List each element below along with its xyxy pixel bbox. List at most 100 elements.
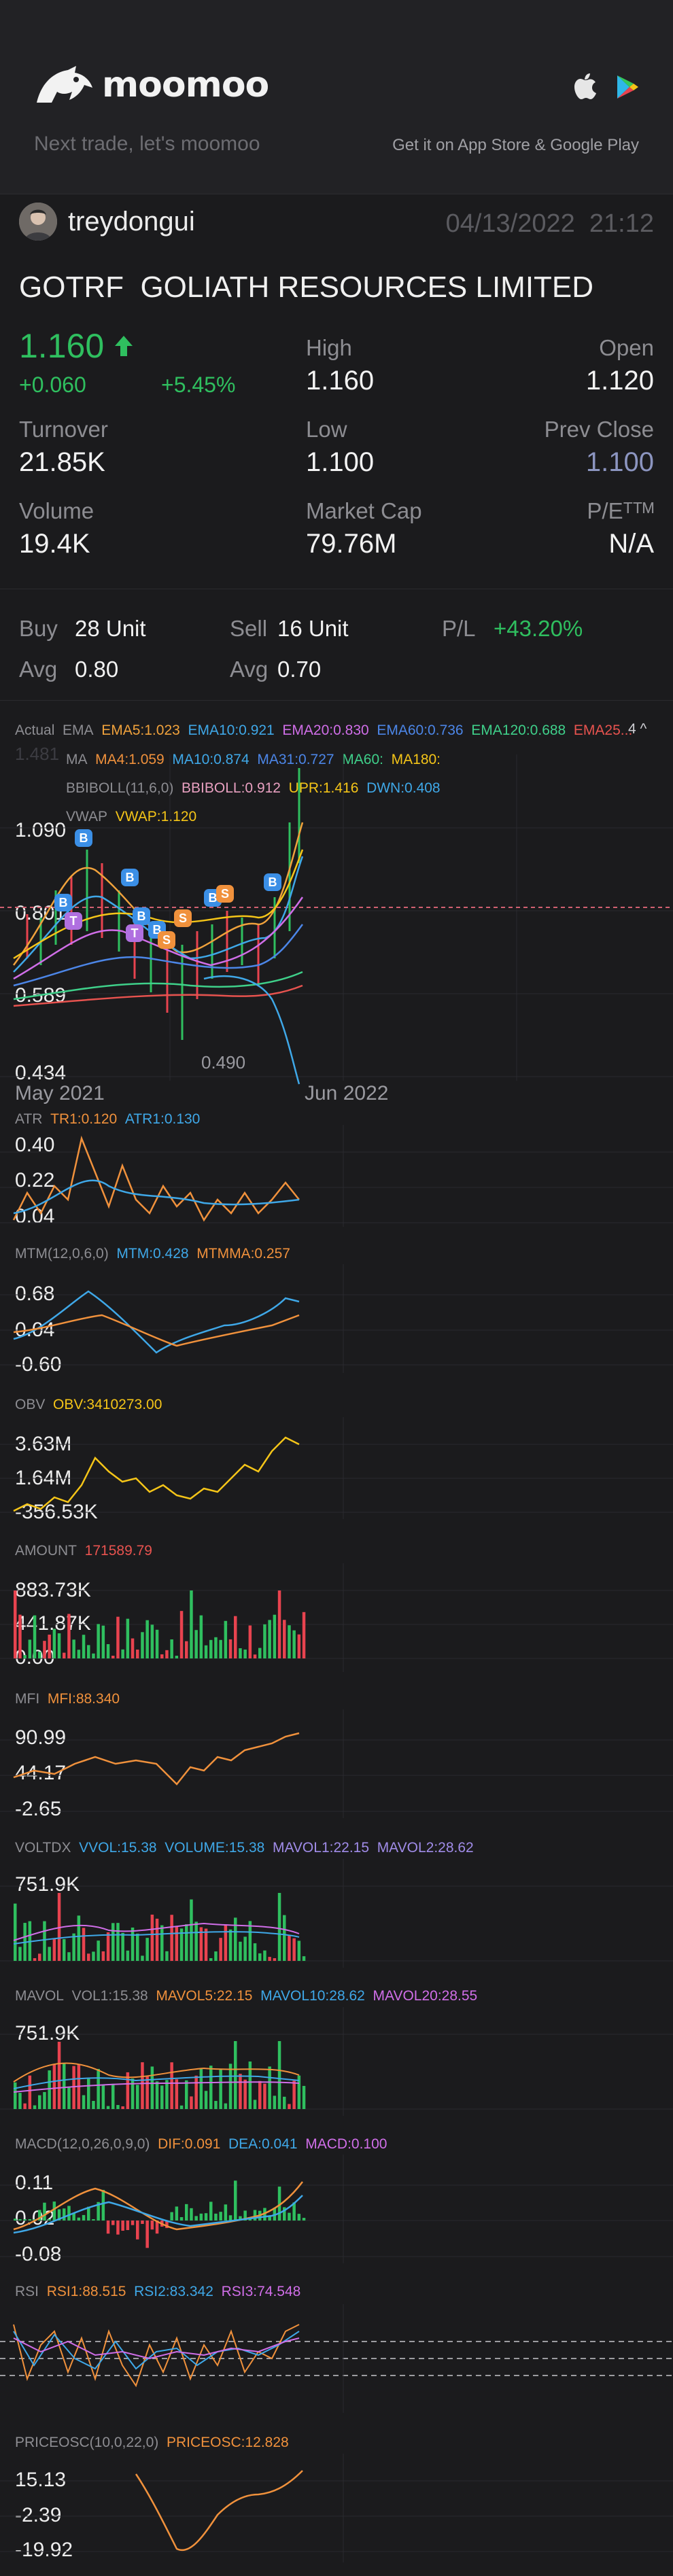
buy-marker[interactable]: B	[121, 869, 139, 886]
volume-bar	[33, 1615, 37, 1658]
volume-bar	[160, 2085, 164, 2109]
amount-legend[interactable]: AMOUNT 171589.79	[15, 1543, 152, 1559]
volume-bar	[214, 2101, 218, 2109]
moomoo-logo[interactable]: moomoo	[34, 65, 269, 105]
google-play-icon[interactable]	[616, 74, 639, 100]
priceosc-legend[interactable]: PRICEOSC(10,0,22,0) PRICEOSC:12.828	[15, 2435, 289, 2451]
avatar[interactable]	[19, 203, 57, 241]
mavol-bar-chart[interactable]	[0, 2007, 673, 2116]
volume-bar	[136, 1933, 139, 1961]
high-label: High	[306, 335, 352, 360]
volume-bar	[141, 1955, 144, 1961]
volume-bar	[106, 1932, 110, 1961]
volume-bar	[273, 1614, 277, 1658]
volume-bar	[52, 1938, 56, 1961]
mavol-legend[interactable]: MAVOL VOL1:15.38 MAVOL5:22.15 MAVOL10:28…	[15, 1988, 477, 2004]
volume-bar	[52, 2064, 56, 2109]
volume-bar	[190, 1590, 193, 1658]
store-download-text[interactable]: Get it on App Store & Google Play	[392, 136, 639, 155]
buy-marker[interactable]: B	[54, 894, 72, 911]
volume-bar	[38, 1953, 41, 1961]
volume-bar	[165, 1951, 169, 1961]
volume-bar	[258, 1953, 262, 1961]
obv-legend[interactable]: OBV OBV:3410273.00	[15, 1397, 162, 1413]
buy-marker[interactable]: B	[133, 907, 150, 925]
macd-legend[interactable]: MACD(12,0,26,0,9,0) DIF:0.091 DEA:0.041 …	[15, 2136, 387, 2153]
trade-marker[interactable]: T	[65, 912, 82, 930]
volume-bar	[209, 2201, 213, 2221]
volume-bar	[209, 1958, 213, 1961]
volume-bar	[190, 2208, 193, 2221]
rsi-legend[interactable]: RSI RSI1:88.515 RSI2:83.342 RSI3:74.548	[15, 2284, 300, 2300]
mfi-legend[interactable]: MFI MFI:88.340	[15, 1691, 120, 1707]
voltdx-legend[interactable]: VOLTDX VVOL:15.38 VOLUME:15.38 MAVOL1:22…	[15, 1840, 474, 1856]
buy-marker[interactable]: B	[264, 873, 281, 891]
apple-icon[interactable]	[574, 73, 597, 101]
volume-bar	[82, 1928, 86, 1961]
priceosc-chart[interactable]	[0, 2454, 673, 2562]
volume-bar	[97, 1940, 100, 1961]
volume-bar	[72, 2066, 75, 2109]
atr-chart[interactable]	[0, 1125, 673, 1227]
volume-bar	[297, 2214, 301, 2221]
volume-bar	[209, 2066, 213, 2109]
volume-bar	[28, 2219, 32, 2221]
mtm-legend[interactable]: MTM(12,0,6,0) MTM:0.428 MTMMA:0.257	[15, 1246, 290, 1262]
volume-bar	[67, 1614, 71, 1658]
volume-bar	[87, 1645, 90, 1658]
trade-marker[interactable]: T	[126, 924, 143, 942]
volume-bar	[101, 2189, 105, 2221]
volume-bar	[185, 1641, 188, 1658]
sell-marker[interactable]: S	[216, 885, 234, 903]
volume-bar	[170, 1639, 173, 1658]
macd-chart[interactable]	[0, 2155, 673, 2263]
volume-bar	[224, 1620, 228, 1658]
ticker-symbol: GOTRF	[19, 271, 124, 304]
volume-bar	[18, 2219, 22, 2221]
turnover-value: 21.85K	[19, 447, 105, 477]
username[interactable]: treydongui	[68, 207, 195, 237]
obv-chart[interactable]	[0, 1417, 673, 1519]
svg-text:B: B	[269, 875, 277, 889]
mfi-chart[interactable]	[0, 1709, 673, 1818]
volume-bar	[199, 1615, 203, 1658]
volume-bar	[150, 2066, 154, 2109]
brand-name: moomoo	[102, 65, 269, 105]
volume-bar	[33, 1958, 37, 1961]
volume-bar	[131, 1927, 135, 1961]
buy-units: 28 Unit	[75, 616, 146, 641]
sell-marker[interactable]: S	[158, 931, 175, 949]
volume-bar	[87, 2078, 90, 2109]
amount-bar-chart[interactable]	[0, 1563, 673, 1672]
volume-bar	[283, 1620, 286, 1658]
volume-bar	[92, 1951, 95, 1961]
volume-bar	[38, 2095, 41, 2109]
low-value: 1.100	[306, 447, 375, 477]
volume-bar	[214, 1951, 218, 1961]
buy-marker[interactable]: B	[75, 829, 92, 847]
mtm-chart[interactable]	[0, 1264, 673, 1373]
pl-label: P/L	[442, 616, 476, 641]
volume-bar	[277, 2041, 281, 2109]
low-label: Low	[306, 417, 347, 442]
slogan: Next trade, let's moomoo	[34, 133, 260, 155]
volume-bar	[43, 2202, 46, 2221]
chevron-up-icon[interactable]: ^	[636, 721, 647, 737]
volume-bar	[101, 2085, 105, 2109]
volume-bar	[63, 1652, 66, 1658]
open-value: 1.120	[585, 366, 654, 396]
volume-bar	[150, 1914, 154, 1961]
volume-bar	[277, 1893, 281, 1961]
ema-legend-row[interactable]: Actual EMA EMA5:1.023 EMA10:0.921 EMA20:…	[15, 723, 632, 739]
volume-bar	[175, 2206, 179, 2221]
indicator-count[interactable]: 4 ^	[628, 721, 646, 737]
buy-label: Buy	[19, 616, 58, 641]
sell-marker[interactable]: S	[174, 909, 192, 927]
svg-text:B: B	[80, 831, 88, 845]
voltdx-bar-chart[interactable]	[0, 1859, 673, 1968]
rsi-chart[interactable]	[0, 2304, 673, 2413]
market-cap-value: 79.76M	[306, 529, 397, 559]
sell-units: 16 Unit	[277, 616, 349, 641]
volume-bar	[214, 1637, 218, 1658]
candlestick-chart[interactable]: B B B B B B B S S S T T	[0, 754, 673, 1108]
